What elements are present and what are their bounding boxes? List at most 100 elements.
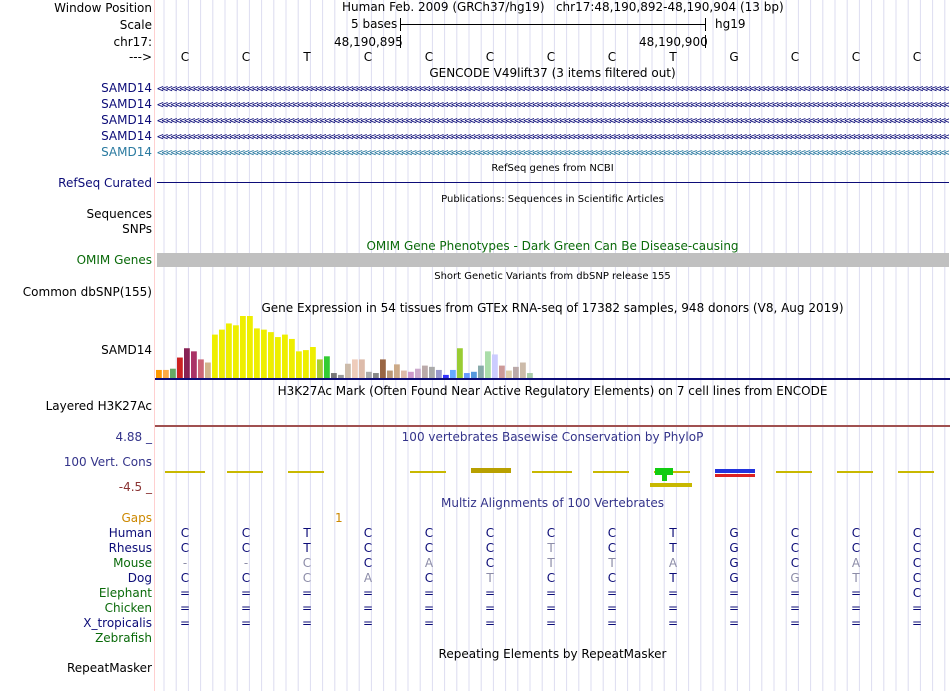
gtex-title[interactable]: Gene Expression in 54 tissues from GTEx … — [155, 301, 950, 315]
gtex-tissue-bar[interactable] — [296, 351, 302, 378]
gtex-tissue-bar[interactable] — [198, 359, 204, 378]
gtex-tissue-bar[interactable] — [324, 356, 330, 378]
gtex-tissue-bar[interactable] — [415, 368, 421, 378]
gencode-gene-label[interactable]: SAMD14 — [101, 129, 152, 143]
omim-title[interactable]: OMIM Gene Phenotypes - Dark Green Can Be… — [155, 239, 950, 253]
gtex-tissue-bar[interactable] — [499, 365, 505, 378]
gencode-gene-line[interactable]: <<<<<<<<<<<<<<<<<<<<<<<<<<<<<<<<<<<<<<<<… — [157, 98, 949, 112]
gtex-tissue-bar[interactable] — [506, 370, 512, 378]
cons-title[interactable]: 100 vertebrates Basewise Conservation by… — [155, 430, 950, 444]
gencode-gene-label[interactable]: SAMD14 — [101, 145, 152, 159]
gtex-tissue-bar[interactable] — [478, 365, 484, 378]
aligned-base: = — [423, 586, 435, 600]
gtex-tissue-bar[interactable] — [359, 359, 365, 378]
aligned-base: = — [850, 601, 862, 615]
cons-logo-glyph — [471, 468, 511, 473]
aligned-base: = — [667, 586, 679, 600]
gtex-tissue-bar[interactable] — [247, 316, 253, 378]
gtex-tissue-bar[interactable] — [394, 364, 400, 378]
gtex-tissue-bar[interactable] — [303, 350, 309, 378]
aligned-base: = — [789, 586, 801, 600]
gtex-tissue-bar[interactable] — [520, 362, 526, 379]
gtex-tissue-bar[interactable] — [380, 359, 386, 378]
cons-label[interactable]: 100 Vert. Cons — [64, 455, 152, 469]
aligned-base: = — [606, 616, 618, 630]
multiz-title[interactable]: Multiz Alignments of 100 Vertebrates — [155, 496, 950, 510]
gtex-tissue-bar[interactable] — [352, 359, 358, 378]
gencode-gene-label[interactable]: SAMD14 — [101, 113, 152, 127]
gtex-tissue-bar[interactable] — [177, 357, 183, 378]
gtex-tissue-bar[interactable] — [310, 347, 316, 378]
reference-base: C — [363, 50, 373, 64]
gtex-tissue-bar[interactable] — [436, 369, 442, 378]
gtex-tissue-bar[interactable] — [317, 359, 323, 378]
gtex-tissue-bar[interactable] — [485, 351, 491, 378]
dbsnp-label[interactable]: Common dbSNP(155) — [23, 285, 152, 299]
gencode-gene-line[interactable]: <<<<<<<<<<<<<<<<<<<<<<<<<<<<<<<<<<<<<<<<… — [157, 146, 949, 160]
gtex-tissue-bar[interactable] — [387, 370, 393, 378]
gencode-gene-line[interactable]: <<<<<<<<<<<<<<<<<<<<<<<<<<<<<<<<<<<<<<<<… — [157, 82, 949, 96]
gtex-tissue-bar[interactable] — [226, 323, 232, 378]
gtex-tissue-bar[interactable] — [268, 332, 274, 378]
gencode-gene-label[interactable]: SAMD14 — [101, 97, 152, 111]
refseq-gene-line[interactable] — [157, 182, 949, 183]
gencode-title[interactable]: GENCODE V49lift37 (3 items filtered out) — [155, 66, 950, 80]
gtex-tissue-bar[interactable] — [282, 334, 288, 378]
gtex-tissue-bar[interactable] — [450, 369, 456, 378]
species-label[interactable]: Rhesus — [109, 541, 152, 555]
aligned-base: - — [182, 556, 188, 570]
gencode-gene-line[interactable]: <<<<<<<<<<<<<<<<<<<<<<<<<<<<<<<<<<<<<<<<… — [157, 114, 949, 128]
gtex-bar-chart[interactable] — [155, 316, 535, 378]
omim-gene-bar[interactable] — [157, 253, 949, 267]
aligned-base: = — [362, 616, 374, 630]
dbsnp-title[interactable]: Short Genetic Variants from dbSNP releas… — [155, 270, 950, 284]
publications-sequences-label[interactable]: Sequences — [87, 207, 152, 221]
rmsk-label[interactable]: RepeatMasker — [67, 661, 152, 675]
rmsk-title[interactable]: Repeating Elements by RepeatMasker — [155, 647, 950, 661]
reference-base: C — [790, 50, 800, 64]
publications-title[interactable]: Publications: Sequences in Scientific Ar… — [155, 193, 950, 207]
gtex-tissue-bar[interactable] — [457, 348, 463, 378]
gtex-tissue-bar[interactable] — [492, 354, 498, 378]
gtex-tissue-bar[interactable] — [163, 369, 169, 378]
species-label[interactable]: X_tropicalis — [83, 616, 152, 630]
publications-snps-label[interactable]: SNPs — [122, 222, 152, 236]
gencode-gene-label[interactable]: SAMD14 — [101, 81, 152, 95]
coord-left: 48,190,895 — [334, 35, 403, 49]
gtex-tissue-bar[interactable] — [422, 365, 428, 378]
refseq-label[interactable]: RefSeq Curated — [58, 176, 152, 190]
gtex-tissue-bar[interactable] — [429, 366, 435, 378]
species-label[interactable]: Dog — [128, 571, 152, 585]
cons-logo-track[interactable] — [155, 460, 950, 492]
refseq-title[interactable]: RefSeq genes from NCBI — [155, 162, 950, 176]
gtex-tissue-bar[interactable] — [170, 368, 176, 378]
species-label[interactable]: Zebrafish — [95, 631, 152, 645]
gtex-tissue-bar[interactable] — [240, 316, 246, 378]
gtex-tissue-bar[interactable] — [254, 328, 260, 378]
gtex-tissue-bar[interactable] — [205, 362, 211, 379]
h3k27ac-label[interactable]: Layered H3K27Ac — [46, 399, 152, 413]
gtex-tissue-bar[interactable] — [184, 348, 190, 378]
species-label[interactable]: Human — [109, 526, 152, 540]
aligned-base: = — [179, 601, 191, 615]
gtex-tissue-bar[interactable] — [191, 351, 197, 378]
gtex-label[interactable]: SAMD14 — [101, 343, 152, 357]
gtex-tissue-bar[interactable] — [156, 369, 162, 378]
gtex-tissue-bar[interactable] — [261, 329, 267, 378]
h3k27ac-title[interactable]: H3K27Ac Mark (Often Found Near Active Re… — [155, 384, 950, 398]
gtex-tissue-bar[interactable] — [212, 334, 218, 378]
gtex-tissue-bar[interactable] — [233, 325, 239, 378]
gtex-tissue-bar[interactable] — [401, 370, 407, 378]
species-label[interactable]: Chicken — [105, 601, 152, 615]
gtex-tissue-bar[interactable] — [275, 337, 281, 378]
omim-label[interactable]: OMIM Genes — [77, 253, 152, 267]
gtex-tissue-bar[interactable] — [513, 366, 519, 378]
reference-base: C — [607, 50, 617, 64]
aligned-base: = — [240, 616, 252, 630]
species-label[interactable]: Elephant — [99, 586, 152, 600]
species-label[interactable]: Mouse — [113, 556, 152, 570]
gtex-tissue-bar[interactable] — [219, 329, 225, 378]
gencode-gene-line[interactable]: <<<<<<<<<<<<<<<<<<<<<<<<<<<<<<<<<<<<<<<<… — [157, 130, 949, 144]
gtex-tissue-bar[interactable] — [345, 363, 351, 378]
gtex-tissue-bar[interactable] — [289, 338, 295, 378]
